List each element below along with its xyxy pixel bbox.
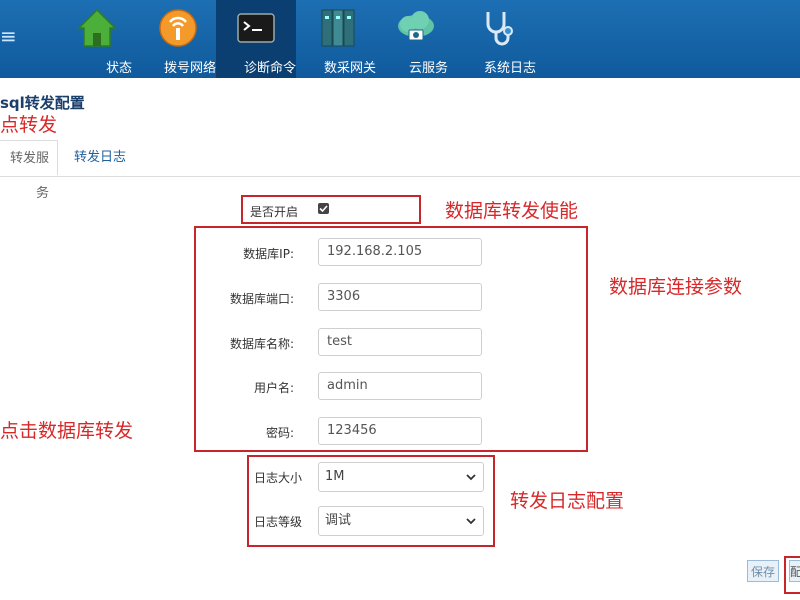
db-name-input[interactable]: test (318, 328, 482, 356)
check-icon (319, 205, 328, 213)
log-level-value: 调试 (325, 513, 352, 528)
db-name-label: 数据库名称: (229, 337, 294, 351)
save-button[interactable]: 保存 (747, 560, 779, 582)
log-size-value: 1M (325, 469, 345, 484)
tab-forward-log[interactable]: 转发日志 (74, 140, 126, 175)
annotation-connection: 数据库连接参数 (609, 276, 743, 298)
tab-bar: 转发服务 转发日志 (0, 140, 800, 201)
log-level-select[interactable]: 调试 (318, 506, 484, 536)
password-input[interactable]: 123456 (318, 417, 482, 445)
nav-item-status[interactable]: 状态 (62, 0, 132, 78)
gateway-icon (321, 9, 355, 47)
annotation-click: 点击数据库转发 (0, 420, 134, 442)
nav-label: 云服务 (408, 61, 448, 76)
nav-item-cloud[interactable]: 云服务 (384, 0, 448, 78)
nav-item-syslog[interactable]: 系统日志 (460, 0, 536, 78)
username-input[interactable]: admin (318, 372, 482, 400)
annotation-enable: 数据库转发使能 (445, 200, 579, 222)
dialup-network-icon (159, 9, 197, 47)
db-port-label: 数据库端口: (229, 292, 294, 306)
terminal-icon (237, 13, 275, 43)
cloud-icon (398, 11, 434, 41)
chevron-down-icon (466, 518, 476, 525)
config-button[interactable]: 配 (789, 560, 800, 582)
username-label: 用户名: (253, 381, 294, 395)
db-ip-input[interactable]: 192.168.2.105 (318, 238, 482, 266)
chevron-down-icon (466, 474, 476, 481)
enable-checkbox[interactable] (318, 203, 329, 214)
log-level-label: 日志等级 (254, 515, 303, 529)
home-icon (77, 8, 117, 47)
nav-label: 状态 (105, 61, 132, 76)
db-ip-label: 数据库IP: (243, 247, 294, 261)
top-nav-bar: ≡ 状态 拨号网络 诊断命令 数采网关 云服务 系统日志 (0, 0, 800, 78)
logo-fragment: ≡ (0, 24, 17, 48)
nav-label: 系统日志 (483, 61, 536, 76)
nav-item-gateway[interactable]: 数采网关 (300, 0, 376, 78)
db-port-input[interactable]: 3306 (318, 283, 482, 311)
nav-item-diagnostics[interactable]: 诊断命令 (216, 0, 296, 78)
log-size-select[interactable]: 1M (318, 462, 484, 492)
log-size-label: 日志大小 (254, 471, 303, 485)
tab-forward-service[interactable]: 转发服务 (0, 140, 58, 201)
nav-item-dialup[interactable]: 拨号网络 (140, 0, 216, 78)
nav-label: 拨号网络 (163, 61, 216, 76)
red-section-title: 点转发 (0, 114, 58, 136)
nav-label: 诊断命令 (243, 61, 296, 76)
annotation-log: 转发日志配置 (510, 490, 625, 512)
nav-label: 数采网关 (323, 61, 376, 76)
enable-label: 是否开启 (250, 205, 299, 219)
password-label: 密码: (265, 426, 294, 440)
stethoscope-icon (486, 12, 513, 46)
